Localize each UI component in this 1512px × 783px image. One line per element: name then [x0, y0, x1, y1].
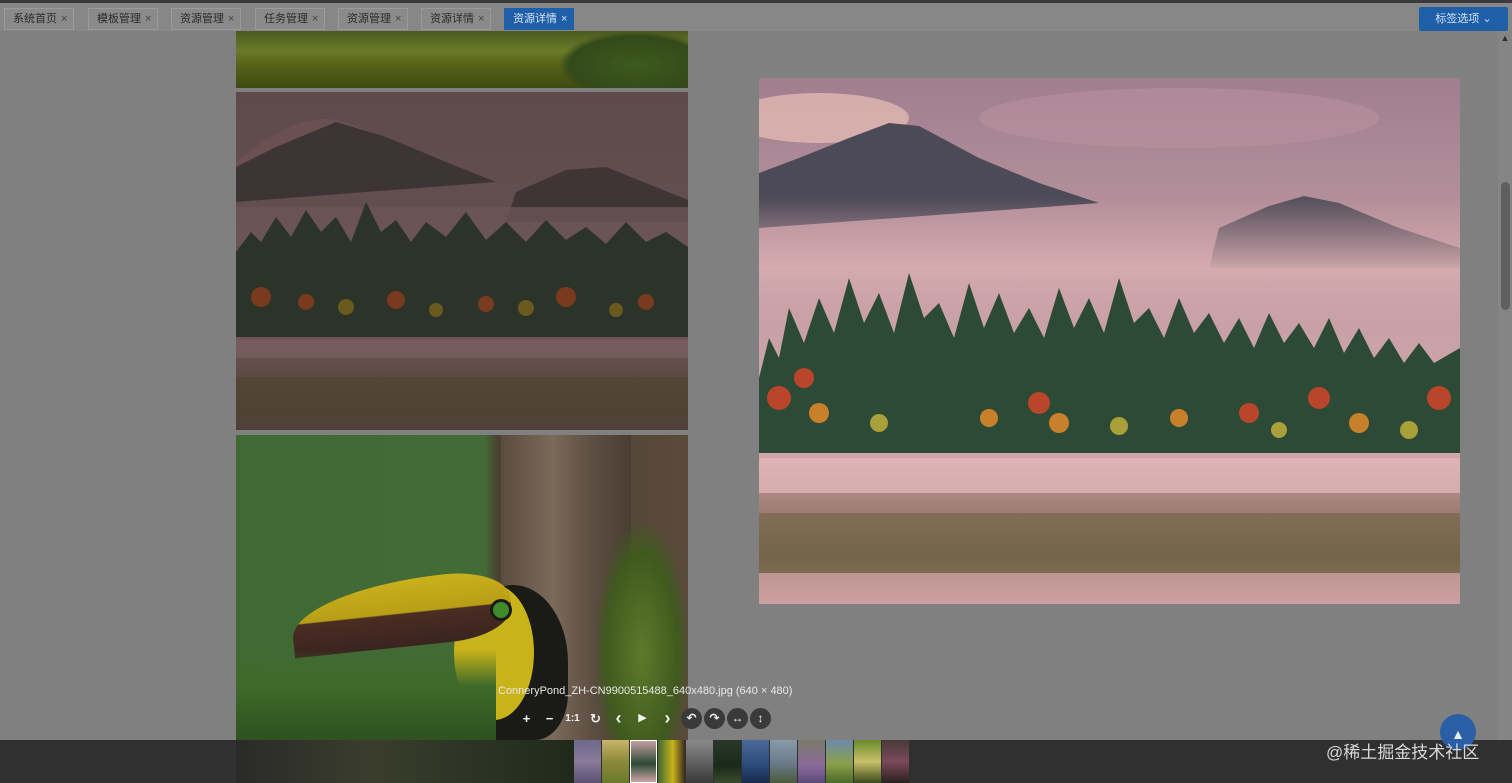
scrollbar-thumb[interactable]	[1501, 182, 1510, 310]
tab-resource-management-2[interactable]: 资源管理 ×	[338, 8, 409, 30]
tab-label: 资源详情	[430, 13, 474, 25]
thumbnail-item[interactable]	[882, 740, 909, 783]
tab-options-button[interactable]: 标签选项 ⌄	[1419, 7, 1508, 31]
flip-vertical-icon[interactable]: ↕	[750, 708, 771, 729]
tab-label: 任务管理	[264, 13, 308, 25]
thumbnail-item[interactable]	[574, 740, 601, 783]
image-caption: ConneryPond_ZH-CN9900515488_640x480.jpg …	[498, 685, 793, 697]
zoom-in-icon[interactable]: +	[516, 708, 537, 729]
tab-label: 系统首页	[13, 13, 57, 25]
one-to-one-icon[interactable]: 1:1	[562, 708, 583, 729]
thumbnail-item[interactable]	[798, 740, 825, 783]
tab-label: 模板管理	[97, 13, 141, 25]
thumbnail-item[interactable]	[602, 740, 629, 783]
thumbnail-item[interactable]	[742, 740, 769, 783]
tab-bar: 系统首页 × 模板管理 × 资源管理 × 任务管理 × 资源管理 × 资源详情 × 资源详情…	[0, 0, 1512, 31]
close-icon[interactable]: ×	[395, 13, 401, 25]
thumbnail-item[interactable]	[826, 740, 853, 783]
reset-icon[interactable]: ↻	[585, 708, 606, 729]
scrollbar-track[interactable]	[1498, 31, 1512, 740]
next-icon[interactable]: ›	[657, 708, 678, 729]
tab-label: 资源管理	[347, 13, 391, 25]
close-icon[interactable]: ×	[228, 13, 234, 25]
tab-resource-detail-active[interactable]: 资源详情 ×	[504, 8, 575, 30]
gallery-image-connery-pond[interactable]	[236, 92, 688, 430]
play-icon[interactable]: ▶	[632, 708, 653, 729]
rotate-left-icon[interactable]: ↶	[681, 708, 702, 729]
thumbnail-item[interactable]	[714, 740, 741, 783]
close-icon[interactable]: ×	[561, 13, 567, 25]
zoom-out-icon[interactable]: −	[539, 708, 560, 729]
thumbnail-item[interactable]	[770, 740, 797, 783]
thumbnail-item[interactable]	[658, 740, 685, 783]
prev-icon[interactable]: ‹	[608, 708, 629, 729]
tab-template-management[interactable]: 模板管理 ×	[88, 8, 159, 30]
close-icon[interactable]: ×	[145, 13, 151, 25]
thumbnail-item[interactable]	[854, 740, 881, 783]
tab-label: 资源详情	[513, 13, 557, 25]
close-icon[interactable]: ×	[312, 13, 318, 25]
tab-resource-detail[interactable]: 资源详情 ×	[421, 8, 492, 30]
gallery-image-field[interactable]	[236, 31, 688, 88]
tab-resource-management[interactable]: 资源管理 ×	[171, 8, 242, 30]
preview-image-connery-pond[interactable]	[729, 78, 1460, 604]
thumbnail-item-active[interactable]	[630, 740, 657, 783]
tab-task-management[interactable]: 任务管理 ×	[255, 8, 326, 30]
tab-system-home[interactable]: 系统首页 ×	[4, 8, 75, 30]
close-icon[interactable]: ×	[61, 13, 67, 25]
close-icon[interactable]: ×	[478, 13, 484, 25]
flip-horizontal-icon[interactable]: ↔	[727, 708, 748, 729]
tab-label: 资源管理	[180, 13, 224, 25]
watermark: @稀土掘金技术社区	[1326, 743, 1480, 762]
tab-options-label: 标签选项	[1435, 13, 1480, 25]
rotate-right-icon[interactable]: ↷	[704, 708, 725, 729]
thumbnail-item[interactable]	[686, 740, 713, 783]
gallery-image-toucan-bottom	[236, 740, 574, 783]
scroll-up-arrow-icon[interactable]: ▲	[1499, 33, 1511, 43]
chevron-down-icon: ⌄	[1482, 13, 1492, 25]
